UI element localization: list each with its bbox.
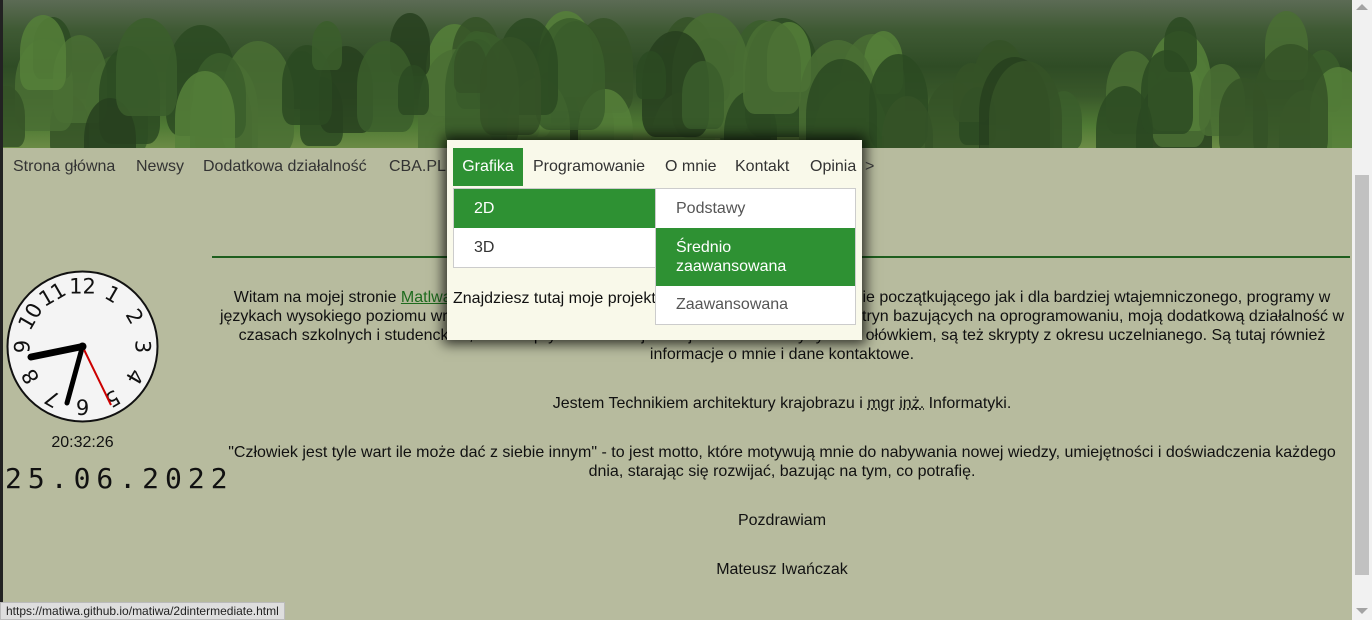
tree-shape [116,17,178,116]
scroll-up-arrow-icon[interactable] [1356,4,1368,10]
scroll-down-arrow-icon[interactable] [1356,608,1368,614]
digital-time: 20:32:26 [51,434,114,451]
nav-item-news[interactable]: Newsy [136,148,184,186]
tree-shape [479,36,542,136]
nav-item-home[interactable]: Strona główna [13,148,115,186]
popup-nav-grafika[interactable]: Grafika [453,148,523,186]
submenu2-item-intermediate[interactable]: Średnio zaawansowana [656,228,855,286]
about-prefix: Jestem Technikiem architektury krajobraz… [552,395,868,412]
clock-numeral: 3 [131,340,155,353]
popup-nav-contact[interactable]: Kontakt [735,148,789,186]
about-paragraph: Jestem Technikiem architektury krajobraz… [212,394,1352,413]
nav-item-extra-activity[interactable]: Dodatkowa działalność [203,148,367,186]
tree-shape [742,21,801,114]
analog-clock: 12 1234567891011 [6,270,159,423]
popup-nav-programming[interactable]: Programowanie [533,148,645,186]
scrollbar-thumb[interactable] [1355,175,1369,575]
about-suffix: Informatyki. [924,395,1012,412]
abbr-mgr: mgr [867,395,895,412]
tree-shape [682,61,725,129]
popup-nav-opinion[interactable]: Opinia [810,148,856,186]
motto-paragraph: "Człowiek jest tyle wart ile może dać z … [228,444,1336,480]
nav-arrow-icon: > [865,158,875,175]
tree-shape [398,65,430,115]
tree-shape [19,15,67,90]
submenu2-item-advanced[interactable]: Zaawansowana [656,286,855,324]
menu-popup: Grafika Programowanie O mnie Kontakt Opi… [447,140,874,340]
tree-shape [1219,77,1268,148]
tree-shape [635,51,666,100]
intro-prefix: Witam na mojej stronie [233,289,401,306]
submenu-grafika: 2D 3D [453,188,656,268]
tree-shape [1140,49,1194,134]
greeting: Pozdrawiam [737,512,827,529]
nav-item-cba[interactable]: CBA.PL [389,148,446,186]
abbr-inz: inż. [899,395,925,412]
submenu-2d: Podstawy Średnio zaawansowana Zaawansowa… [655,188,856,325]
clock-numeral: 6 [76,395,89,419]
popup-nav-about[interactable]: O mnie [665,148,717,186]
status-bar-url: https://matiwa.github.io/matiwa/2dinterm… [0,602,285,620]
submenu-item-2d[interactable]: 2D [454,189,655,228]
submenu-item-3d[interactable]: 3D [454,228,655,267]
submenu2-item-basics[interactable]: Podstawy [656,189,855,228]
clock-numeral: 12 [69,275,96,299]
author-name: Mateusz Iwańczak [716,561,848,578]
tree-shape [311,20,343,71]
clock-numeral: 9 [11,340,35,353]
digital-date: 25.06.2022 [5,462,234,495]
forest-banner-image [3,0,1352,148]
site-name-link[interactable]: Matlwa [401,289,452,306]
clock-center [78,342,87,351]
